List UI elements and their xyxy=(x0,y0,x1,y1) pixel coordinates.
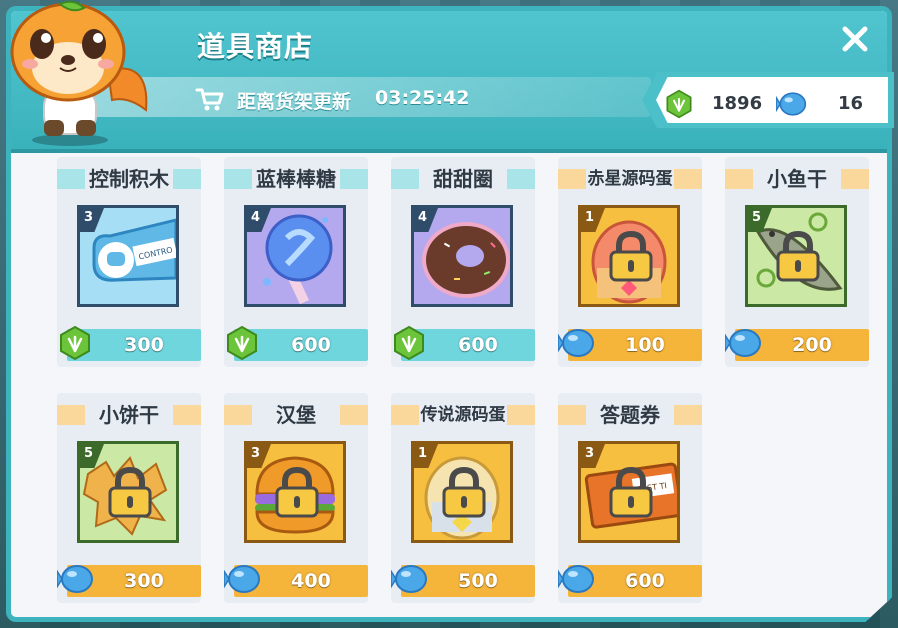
lock-icon xyxy=(275,466,319,518)
gem-icon xyxy=(666,89,692,119)
blue-lollipop-image: 4 xyxy=(244,205,346,307)
price-value: 500 xyxy=(458,570,498,592)
price-value: 300 xyxy=(124,334,164,356)
item-name: 小饼干 xyxy=(99,403,159,427)
price-tag: 100 xyxy=(558,329,702,361)
close-button[interactable] xyxy=(837,21,873,57)
mascot-fox-avatar xyxy=(10,0,148,146)
lock-icon xyxy=(108,466,152,518)
shop-item-card[interactable]: 控制积木 CONTRO 3 300 xyxy=(57,157,201,367)
price-value: 600 xyxy=(458,334,498,356)
price-value: 600 xyxy=(625,570,665,592)
lock-icon xyxy=(776,230,820,282)
red-egg-image: 1 xyxy=(578,205,680,307)
legend-egg-image: 1 xyxy=(411,441,513,543)
shop-item-card[interactable]: 小饼干 5 300 xyxy=(57,393,201,603)
currency-display: 1896 16 xyxy=(642,72,894,128)
item-name: 传说源码蛋 xyxy=(420,405,506,425)
dried-fish-image: 5 xyxy=(745,205,847,307)
quiz-ticket-image: TEST TI 3 xyxy=(578,441,680,543)
shop-item-card[interactable]: 甜甜圈 4 600 xyxy=(391,157,535,367)
price-tag: 600 xyxy=(558,565,702,597)
item-name: 汉堡 xyxy=(276,403,316,427)
cart-icon xyxy=(195,88,224,111)
shop-item-card[interactable]: 传说源码蛋 1 500 xyxy=(391,393,535,603)
lock-icon xyxy=(609,230,653,282)
price-value: 200 xyxy=(792,334,832,356)
currency-panel: 1896 16 xyxy=(656,77,888,123)
candy-count: 16 xyxy=(838,93,864,114)
candy-icon xyxy=(776,92,807,116)
item-name: 控制积木 xyxy=(89,167,169,191)
shop-item-card[interactable]: 蓝棒棒糖 4 600 xyxy=(224,157,368,367)
price-tag: 200 xyxy=(725,329,869,361)
donut-image: 4 xyxy=(411,205,513,307)
shop-item-card[interactable]: 赤星源码蛋 1 100 xyxy=(558,157,702,367)
lock-icon xyxy=(442,466,486,518)
item-name: 蓝棒棒糖 xyxy=(256,167,336,191)
refresh-timer-value: 03:25:42 xyxy=(375,87,470,109)
shop-item-card[interactable]: 答题券 TEST TI 3 600 xyxy=(558,393,702,603)
shop-title: 道具商店 xyxy=(197,30,314,63)
item-name: 甜甜圈 xyxy=(433,167,493,191)
price-value: 300 xyxy=(124,570,164,592)
refresh-timer-bar xyxy=(91,77,651,117)
item-name: 赤星源码蛋 xyxy=(587,169,673,189)
lock-icon xyxy=(609,466,653,518)
burger-image: 3 xyxy=(244,441,346,543)
shop-item-card[interactable]: 汉堡 3 400 xyxy=(224,393,368,603)
price-value: 600 xyxy=(291,334,331,356)
item-name: 答题券 xyxy=(600,403,660,427)
price-tag: 600 xyxy=(227,325,368,361)
gem-count: 1896 xyxy=(712,93,763,114)
price-tag: 300 xyxy=(60,325,201,361)
price-tag: 300 xyxy=(57,565,201,597)
cookies-image: 5 xyxy=(77,441,179,543)
price-value: 100 xyxy=(625,334,665,356)
item-name: 小鱼干 xyxy=(767,167,827,191)
price-value: 400 xyxy=(291,570,331,592)
price-tag: 400 xyxy=(224,565,368,597)
controller-block-image: CONTRO 3 xyxy=(77,205,179,307)
price-tag: 500 xyxy=(391,565,535,597)
price-tag: 600 xyxy=(394,325,535,361)
refresh-timer-label: 距离货架更新 xyxy=(237,91,352,113)
shop-item-card[interactable]: 小鱼干 5 200 xyxy=(725,157,869,367)
